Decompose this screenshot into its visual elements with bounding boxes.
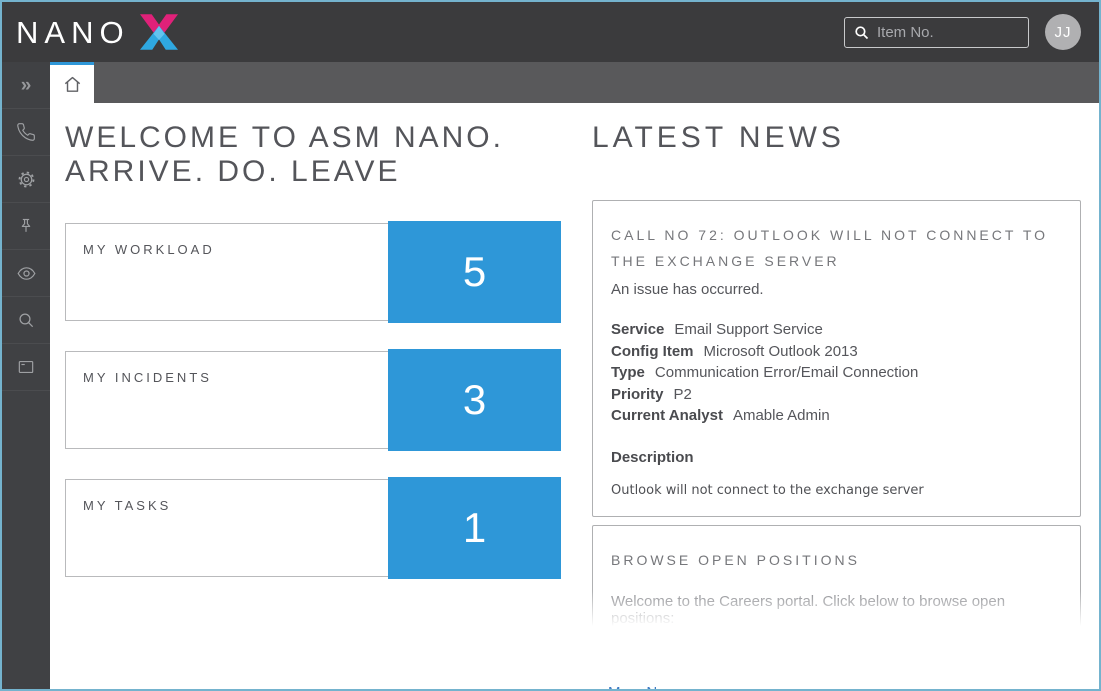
sidebar-item-window[interactable]	[2, 344, 50, 391]
stat-card-my-incidents[interactable]: MY INCIDENTS 3	[65, 351, 561, 449]
news-column: LATEST NEWS CALL NO 72: OUTLOOK WILL NOT…	[592, 121, 1081, 689]
logo-text: NANO	[16, 17, 130, 48]
avatar[interactable]: JJ	[1045, 14, 1081, 50]
expand-chevrons-icon: »	[21, 76, 32, 95]
tab-bar	[50, 62, 1099, 103]
left-column: WELCOME TO ASM NANO. ARRIVE. DO. LEAVE M…	[65, 121, 561, 689]
home-icon	[61, 73, 84, 96]
tab-home[interactable]	[50, 62, 94, 103]
stat-card-label: MY WORKLOAD	[83, 242, 215, 257]
more-news-link[interactable]: More News	[608, 684, 684, 690]
sidebar-item-phone[interactable]	[2, 109, 50, 156]
search-icon	[16, 310, 36, 330]
field-value: Communication Error/Email Connection	[655, 364, 918, 381]
item-search-box[interactable]	[844, 17, 1029, 48]
field-current-analyst: Current Analyst Amable Admin	[611, 405, 1062, 427]
sidebar-item-expand[interactable]: »	[2, 62, 50, 109]
stat-card-count: 5	[388, 221, 561, 323]
field-label: Priority	[611, 386, 664, 403]
sidebar-item-pin[interactable]	[2, 203, 50, 250]
app-window: NANO JJ »	[0, 0, 1101, 691]
page: WELCOME TO ASM NANO. ARRIVE. DO. LEAVE M…	[50, 103, 1099, 689]
sidebar-item-watch[interactable]	[2, 250, 50, 297]
field-label: Config Item	[611, 343, 694, 360]
news-heading: LATEST NEWS	[592, 121, 1081, 155]
stat-card-count: 1	[388, 477, 561, 579]
stat-card-count: 3	[388, 349, 561, 451]
news-article-title: BROWSE OPEN POSITIONS	[611, 547, 1062, 573]
news-article-outlook[interactable]: CALL NO 72: OUTLOOK WILL NOT CONNECT TO …	[592, 200, 1081, 517]
content-area: WELCOME TO ASM NANO. ARRIVE. DO. LEAVE M…	[50, 62, 1099, 689]
field-value: Microsoft Outlook 2013	[704, 343, 858, 360]
body-row: »	[2, 62, 1099, 689]
field-value: Email Support Service	[674, 321, 822, 338]
news-article-intro: An issue has occurred.	[611, 281, 1062, 298]
news-article-fields: Service Email Support Service Config Item…	[611, 319, 1062, 427]
news-article-careers[interactable]: BROWSE OPEN POSITIONS Welcome to the Car…	[592, 525, 1081, 635]
news-article-intro: Welcome to the Careers portal. Click bel…	[611, 593, 1062, 627]
window-icon	[16, 357, 36, 377]
sidebar: »	[2, 62, 50, 689]
top-header: NANO JJ	[2, 2, 1099, 62]
field-label: Service	[611, 321, 664, 338]
search-icon	[853, 24, 870, 41]
field-priority: Priority P2	[611, 384, 1062, 406]
phone-icon	[16, 122, 36, 142]
field-service: Service Email Support Service	[611, 319, 1062, 341]
search-input[interactable]	[877, 24, 1020, 41]
eye-icon	[16, 263, 37, 284]
stat-card-my-workload[interactable]: MY WORKLOAD 5	[65, 223, 561, 321]
logo[interactable]: NANO	[16, 14, 178, 50]
header-right: JJ	[844, 14, 1081, 50]
sidebar-item-search[interactable]	[2, 297, 50, 344]
pin-icon	[16, 216, 36, 236]
news-article-careers-wrapper: BROWSE OPEN POSITIONS Welcome to the Car…	[592, 525, 1081, 635]
welcome-heading: WELCOME TO ASM NANO. ARRIVE. DO. LEAVE	[65, 121, 561, 189]
welcome-heading-line2: ARRIVE. DO. LEAVE	[65, 155, 401, 188]
gear-icon	[16, 169, 37, 190]
logo-x-icon	[140, 14, 178, 50]
field-label: Type	[611, 364, 645, 381]
stat-card-label: MY TASKS	[83, 498, 171, 513]
field-value: P2	[674, 386, 692, 403]
description-text: Outlook will not connect to the exchange…	[611, 483, 1062, 498]
sidebar-item-settings[interactable]	[2, 156, 50, 203]
stat-card-my-tasks[interactable]: MY TASKS 1	[65, 479, 561, 577]
field-config-item: Config Item Microsoft Outlook 2013	[611, 341, 1062, 363]
news-article-title: CALL NO 72: OUTLOOK WILL NOT CONNECT TO …	[611, 222, 1062, 274]
field-type: Type Communication Error/Email Connection	[611, 362, 1062, 384]
field-label: Current Analyst	[611, 407, 723, 424]
stat-card-label: MY INCIDENTS	[83, 370, 212, 385]
stat-cards: MY WORKLOAD 5 MY INCIDENTS 3 MY TASKS 1	[65, 223, 561, 577]
field-value: Amable Admin	[733, 407, 830, 424]
description-heading: Description	[611, 449, 1062, 466]
welcome-heading-line1: WELCOME TO ASM NANO.	[65, 121, 504, 154]
